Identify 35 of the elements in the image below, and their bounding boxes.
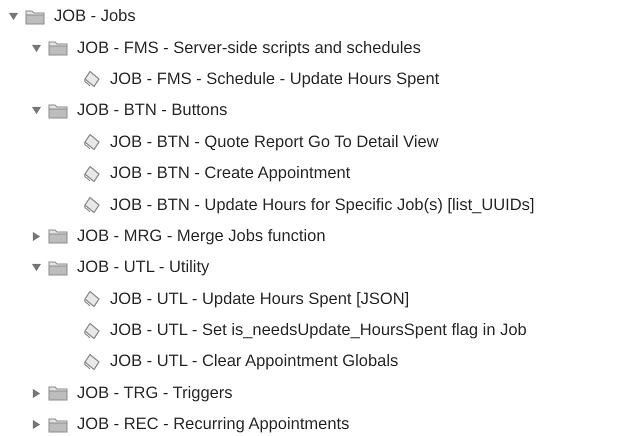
disclosure-triangle-icon[interactable] <box>31 419 42 430</box>
script-icon <box>83 196 101 214</box>
tree-item-label[interactable]: JOB - FMS - Server-side scripts and schedules <box>77 38 421 58</box>
tree-item-label[interactable]: JOB - FMS - Schedule - Update Hours Spent <box>110 70 440 89</box>
disclosure-triangle-icon[interactable] <box>31 230 42 242</box>
disclosure-triangle-icon[interactable] <box>31 262 42 274</box>
tree-item-label[interactable]: JOB - REC - Recurring Appointments <box>77 415 350 434</box>
script-icon <box>83 290 101 308</box>
disclosure-triangle-icon[interactable] <box>31 42 42 54</box>
disclosure-triangle-icon[interactable] <box>8 11 19 22</box>
folder-icon <box>48 416 68 433</box>
script-icon <box>83 133 101 152</box>
tree-item-label[interactable]: JOB - BTN - Update Hours for Specific Job(s) [list_UUIDs] <box>110 196 535 215</box>
script-icon <box>83 70 101 88</box>
folder-icon <box>48 385 68 402</box>
tree-item-label[interactable]: JOB - BTN - Create Appointment <box>110 164 350 184</box>
tree-item-label[interactable]: JOB - BTN - Buttons <box>77 101 228 120</box>
tree-item-label[interactable]: JOB - UTL - Utility <box>77 258 210 278</box>
script-icon <box>83 352 101 371</box>
folder-icon <box>48 40 68 56</box>
tree-item-label[interactable]: JOB - UTL - Set is_needsUpdate_HoursSpent flag in Job <box>110 321 527 340</box>
folder-icon <box>25 8 45 25</box>
folder-icon <box>48 260 68 276</box>
tree-item-label[interactable]: JOB - BTN - Quote Report Go To Detail View <box>110 132 439 152</box>
tree-item-label[interactable]: JOB - Jobs <box>54 7 136 26</box>
folder-icon <box>48 228 68 244</box>
tree-item-label[interactable]: JOB - TRG - Triggers <box>77 384 233 403</box>
tree-item-label[interactable]: JOB - MRG - Merge Jobs function <box>77 226 326 246</box>
disclosure-triangle-icon[interactable] <box>31 105 42 116</box>
script-icon <box>83 164 101 183</box>
tree-item-label[interactable]: JOB - UTL - Update Hours Spent [JSON] <box>110 290 410 309</box>
tree-item-label[interactable]: JOB - UTL - Clear Appointment Globals <box>110 352 398 372</box>
disclosure-triangle-icon[interactable] <box>31 388 42 399</box>
script-icon <box>83 322 101 340</box>
folder-icon <box>48 102 68 119</box>
